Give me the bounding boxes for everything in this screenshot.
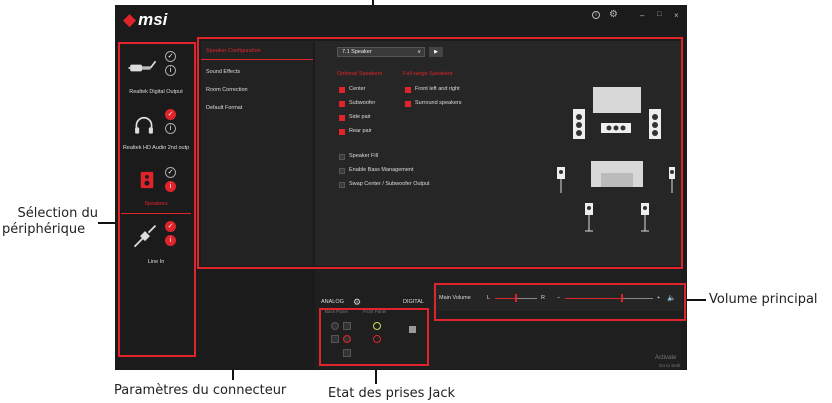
annotation-box-jacks [319, 308, 429, 366]
minimize-button[interactable]: – [640, 11, 644, 20]
digital-label: DIGITAL [403, 299, 424, 305]
annotation-jack-status: Etat des prises Jack [328, 386, 456, 401]
maximize-button[interactable]: □ [657, 11, 661, 18]
activate-watermark-sub: Go to Setti [659, 363, 681, 368]
analog-label: ANALOG [321, 299, 344, 305]
connector-settings-icon[interactable]: ⚙ [353, 297, 361, 308]
settings-icon[interactable]: ⚙ [609, 9, 618, 20]
annotation-main-volume: Volume principal [709, 292, 818, 307]
annotation-device-selection: Sélection du périphérique [2, 206, 98, 238]
annotation-box-config [197, 37, 683, 269]
annotation-line-1: Sélection du [17, 206, 98, 221]
close-button[interactable]: × [674, 11, 679, 20]
title-bar: ◆ msi i ⚙ – □ × [115, 5, 687, 35]
logo-text: msi [138, 10, 168, 29]
annotation-box-devices [118, 42, 196, 357]
activate-watermark: Activate [655, 355, 677, 361]
annotation-connector-settings: Paramètres du connecteur [114, 383, 287, 398]
annotation-line-2: périphérique [2, 222, 86, 237]
annotation-connector-volume [686, 299, 706, 301]
msi-logo: ◆ msi [123, 10, 167, 30]
info-icon[interactable]: i [592, 11, 600, 19]
dragon-icon: ◆ [123, 10, 137, 29]
annotation-box-volume [434, 283, 686, 321]
